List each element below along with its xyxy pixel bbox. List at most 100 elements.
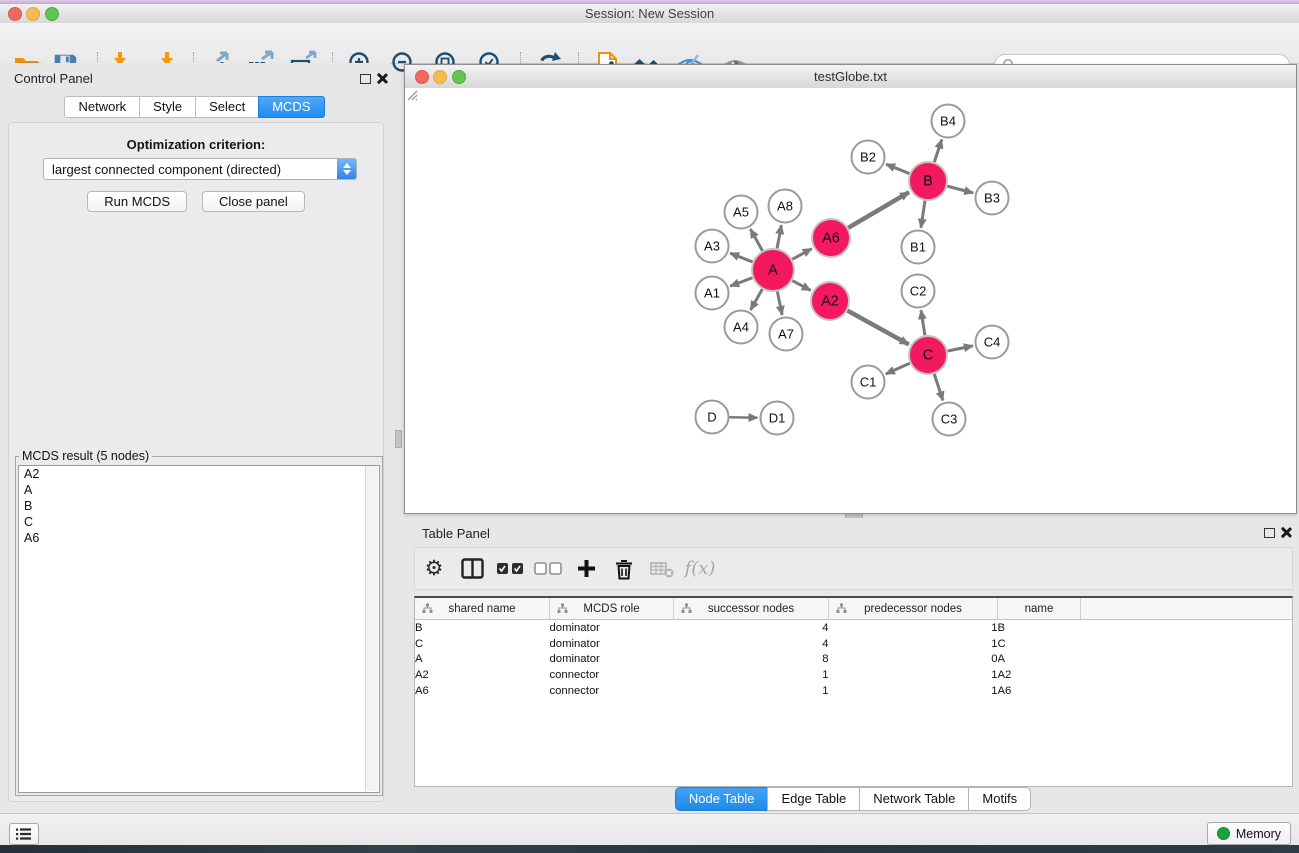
network-canvas[interactable]: B4B2BB3A8A5A6A3B1AC2A1A2A4A7C4CC1DD1C3	[405, 88, 1296, 513]
graph-node-A5[interactable]: A5	[725, 196, 758, 229]
float-table-panel-icon[interactable]	[1264, 528, 1275, 538]
table-cell[interactable]: dominator	[550, 636, 674, 652]
graph-node-A3[interactable]: A3	[696, 230, 729, 263]
graph-node-C1[interactable]: C1	[852, 366, 885, 399]
memory-button[interactable]: Memory	[1207, 822, 1291, 845]
graph-edge-A-A4[interactable]	[751, 289, 763, 310]
graph-edge-B-B3[interactable]	[947, 186, 973, 193]
table-cell[interactable]: 4	[674, 636, 829, 652]
table-cell[interactable]: A2	[998, 667, 1081, 683]
graph-node-D[interactable]: D	[696, 401, 729, 434]
mcds-result-item[interactable]: A6	[19, 530, 379, 546]
graph-edge-A-A6[interactable]	[792, 249, 811, 260]
graph-edge-A-A7[interactable]	[777, 292, 782, 315]
graph-node-D1[interactable]: D1	[761, 402, 794, 435]
column-header-predecessor-nodes[interactable]: predecessor nodes	[829, 598, 998, 620]
float-panel-icon[interactable]	[360, 74, 371, 84]
mcds-result-item[interactable]: A2	[19, 466, 379, 482]
table-cell[interactable]: C	[998, 636, 1081, 652]
graph-node-C[interactable]: C	[909, 336, 947, 374]
table-cell[interactable]: 8	[674, 651, 829, 667]
table-cell[interactable]: B	[998, 620, 1081, 636]
tab-network-table[interactable]: Network Table	[859, 787, 969, 811]
graph-node-B4[interactable]: B4	[932, 105, 965, 138]
graph-edge-C-C4[interactable]	[948, 346, 973, 351]
tab-network[interactable]: Network	[64, 96, 140, 118]
tab-select[interactable]: Select	[195, 96, 259, 118]
tab-edge-table[interactable]: Edge Table	[767, 787, 860, 811]
graph-node-B[interactable]: B	[909, 162, 947, 200]
column-header-MCDS-role[interactable]: MCDS role	[550, 598, 674, 620]
graph-edge-A-A5[interactable]	[750, 229, 762, 251]
close-panel-icon[interactable]	[376, 73, 387, 84]
graph-edge-B-B4[interactable]	[934, 139, 942, 162]
column-header-shared-name[interactable]: shared name	[415, 598, 550, 620]
graph-node-C4[interactable]: C4	[976, 326, 1009, 359]
column-header-successor-nodes[interactable]: successor nodes	[674, 598, 829, 620]
mcds-result-item[interactable]: B	[19, 498, 379, 514]
delete-table-button[interactable]	[643, 548, 681, 589]
table-cell[interactable]: 1	[674, 667, 829, 683]
graph-node-A2[interactable]: A2	[811, 282, 849, 320]
tab-node-table[interactable]: Node Table	[675, 787, 769, 811]
table-cell[interactable]: 1	[674, 683, 829, 699]
table-cell[interactable]: connector	[550, 683, 674, 699]
table-row[interactable]: A2connector11A2	[415, 667, 1293, 683]
table-row[interactable]: Bdominator41B	[415, 620, 1293, 636]
tab-style[interactable]: Style	[139, 96, 196, 118]
table-settings-button[interactable]: ⚙	[415, 548, 453, 589]
network-window-titlebar[interactable]: testGlobe.txt	[405, 65, 1296, 89]
tab-motifs[interactable]: Motifs	[968, 787, 1031, 811]
mcds-result-item[interactable]: A	[19, 482, 379, 498]
tab-mcds[interactable]: MCDS	[258, 96, 324, 118]
table-cell[interactable]: A	[415, 651, 550, 667]
graph-node-A6[interactable]: A6	[812, 219, 850, 257]
table-cell[interactable]: A6	[998, 683, 1081, 699]
graph-edge-A-A3[interactable]	[730, 253, 752, 262]
graph-edge-A6-B[interactable]	[848, 192, 909, 228]
table-cell[interactable]: 1	[829, 636, 998, 652]
close-table-panel-icon[interactable]	[1280, 527, 1291, 538]
delete-columns-button[interactable]	[605, 548, 643, 589]
table-cell[interactable]: 4	[674, 620, 829, 636]
graph-node-B3[interactable]: B3	[976, 182, 1009, 215]
table-cell[interactable]: 1	[829, 620, 998, 636]
vertical-splitter-handle[interactable]	[395, 430, 402, 448]
dropdown-stepper-icon[interactable]	[337, 159, 356, 179]
table-cell[interactable]: C	[415, 636, 550, 652]
table-cell[interactable]: 0	[829, 651, 998, 667]
table-cell[interactable]: 1	[829, 683, 998, 699]
graph-node-B1[interactable]: B1	[902, 231, 935, 264]
show-panels-button[interactable]	[9, 823, 39, 845]
column-header-name[interactable]: name	[998, 598, 1081, 620]
graph-node-A8[interactable]: A8	[769, 190, 802, 223]
show-column-panel-button[interactable]	[453, 548, 491, 589]
run-mcds-button[interactable]: Run MCDS	[87, 191, 187, 212]
graph-edge-B-B2[interactable]	[886, 164, 909, 173]
graph-edge-A2-C[interactable]	[848, 311, 909, 345]
graph-edge-C-C3[interactable]	[934, 374, 943, 400]
table-cell[interactable]: A2	[415, 667, 550, 683]
table-row[interactable]: Cdominator41C	[415, 636, 1293, 652]
graph-node-A[interactable]: A	[752, 249, 794, 291]
graph-node-A7[interactable]: A7	[770, 318, 803, 351]
table-cell[interactable]: 1	[829, 667, 998, 683]
resize-grip-icon[interactable]	[405, 88, 418, 101]
close-panel-button[interactable]: Close panel	[202, 191, 305, 212]
graph-node-A1[interactable]: A1	[696, 277, 729, 310]
graph-node-B2[interactable]: B2	[852, 141, 885, 174]
table-cell[interactable]: dominator	[550, 620, 674, 636]
graph-node-C2[interactable]: C2	[902, 275, 935, 308]
graph-edge-A-A8[interactable]	[777, 225, 781, 248]
create-column-button[interactable]	[567, 548, 605, 589]
graph-edge-C-C1[interactable]	[886, 363, 910, 374]
table-cell[interactable]: connector	[550, 667, 674, 683]
table-cell[interactable]: A	[998, 651, 1081, 667]
table-cell[interactable]: B	[415, 620, 550, 636]
graph-edge-C-C2[interactable]	[921, 310, 925, 335]
optimization-criterion-dropdown[interactable]: largest connected component (directed)	[43, 158, 357, 180]
graph-edge-A-A2[interactable]	[792, 281, 810, 291]
mcds-result-item[interactable]: C	[19, 514, 379, 530]
graph-edge-B-B1[interactable]	[921, 201, 925, 228]
select-all-columns-button[interactable]	[491, 548, 529, 589]
